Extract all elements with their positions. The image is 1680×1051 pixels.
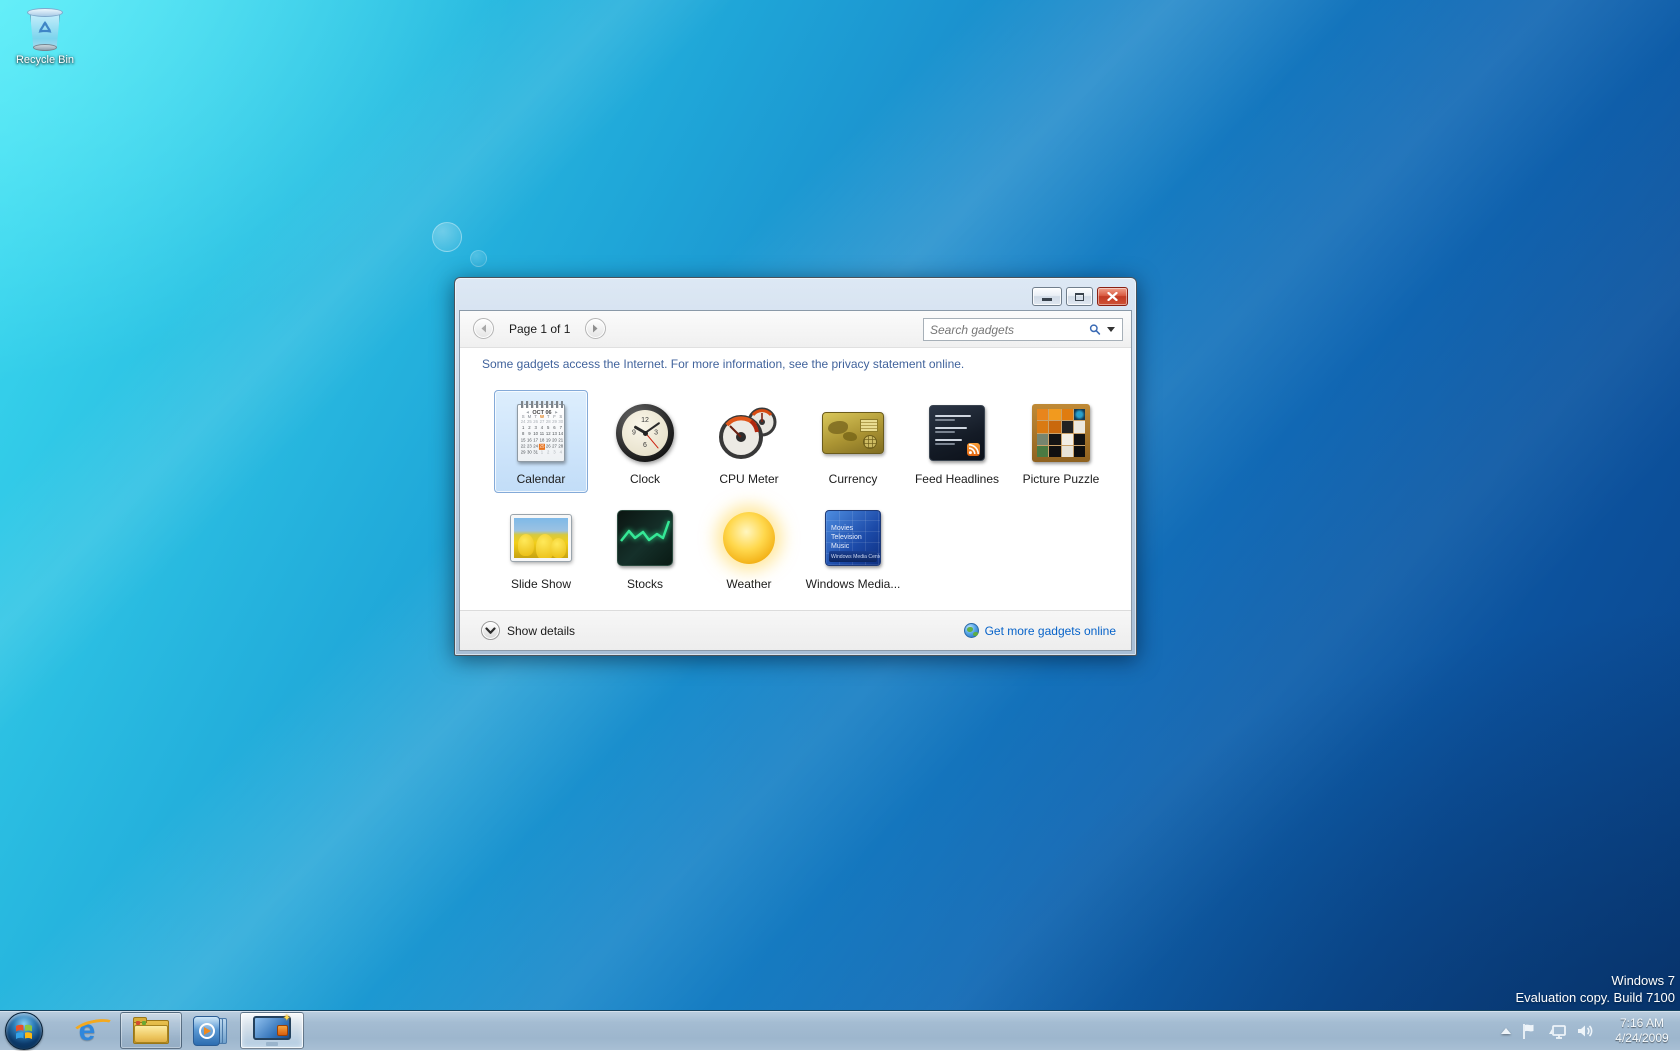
close-button[interactable] — [1097, 287, 1128, 306]
show-hidden-icons-button[interactable] — [1501, 1028, 1511, 1034]
search-dropdown-arrow-icon[interactable] — [1107, 327, 1115, 332]
gadget-weather[interactable]: Weather — [702, 495, 796, 598]
gadget-cpu-meter[interactable]: CPU Meter — [702, 390, 796, 493]
gadget-windows-media[interactable]: MoviesTelevisionMusic Windows Media Cent… — [806, 495, 900, 598]
gadget-label: Windows Media... — [806, 577, 901, 591]
build-watermark: Windows 7 Evaluation copy. Build 7100 — [1516, 972, 1675, 1006]
volume-button[interactable] — [1577, 1023, 1595, 1039]
gadget-label: Calendar — [517, 472, 566, 486]
up-arrow-icon — [1501, 1028, 1511, 1034]
folder-icon — [133, 1017, 169, 1044]
recycle-arrows-icon — [36, 20, 54, 38]
window-content: Page 1 of 1 Some gadgets access the Inte… — [459, 310, 1132, 651]
currency-gadget-icon — [822, 398, 884, 468]
gadget-label: CPU Meter — [719, 472, 778, 486]
show-details-label: Show details — [507, 624, 575, 638]
recycle-bin-label: Recycle Bin — [8, 54, 82, 66]
calendar-spiral — [521, 401, 563, 408]
system-tray: 7:16 AM 4/24/2009 — [1496, 1011, 1676, 1051]
taskbar-clock[interactable]: 7:16 AM 4/24/2009 — [1608, 1016, 1676, 1046]
wallpaper-bubble — [432, 222, 462, 252]
clock-gadget-icon: 123 69 — [616, 398, 674, 468]
gadget-label: Stocks — [627, 577, 663, 591]
windows-logo-icon — [14, 1021, 34, 1041]
start-button[interactable] — [5, 1012, 43, 1050]
picture-puzzle-gadget-icon — [1032, 398, 1090, 468]
network-icon — [1547, 1023, 1567, 1040]
recycle-bin[interactable]: Recycle Bin — [8, 6, 82, 66]
window-footer: Show details Get more gadgets online — [460, 610, 1131, 650]
gadget-calendar[interactable]: ◂OCT 06▸ SMTWTFS 24252627282930123456789… — [494, 390, 588, 493]
speaker-icon — [1577, 1023, 1595, 1039]
taskbar: e ✦ — [0, 1010, 1680, 1050]
gadget-stocks[interactable]: Stocks — [598, 495, 692, 598]
rss-icon — [967, 443, 980, 456]
gadget-gallery-window: Page 1 of 1 Some gadgets access the Inte… — [454, 277, 1137, 656]
clock-time: 7:16 AM — [1608, 1016, 1676, 1031]
gadget-gallery-icon: ✦ — [253, 1016, 291, 1046]
gadget-picture-puzzle[interactable]: Picture Puzzle — [1014, 390, 1108, 493]
privacy-info-text[interactable]: Some gadgets access the Internet. For mo… — [460, 348, 1131, 371]
recycle-bin-icon — [27, 6, 63, 52]
expander-button[interactable] — [481, 621, 500, 640]
show-details-button[interactable]: Show details — [481, 621, 575, 640]
cpu-meter-gadget-icon — [718, 398, 780, 468]
gadget-clock[interactable]: 123 69 Clock — [598, 390, 692, 493]
taskbar-item-gadget-gallery[interactable]: ✦ — [240, 1012, 304, 1049]
page-navigation: Page 1 of 1 — [473, 318, 606, 339]
gadget-label: Slide Show — [511, 577, 571, 591]
media-player-icon — [193, 1016, 227, 1046]
flag-icon — [1521, 1023, 1537, 1040]
gadget-label: Picture Puzzle — [1023, 472, 1100, 486]
windows-media-gadget-icon: MoviesTelevisionMusic Windows Media Cent… — [825, 503, 881, 573]
gadget-slide-show[interactable]: Slide Show — [494, 495, 588, 598]
prev-page-button[interactable] — [473, 318, 494, 339]
next-page-button[interactable] — [585, 318, 606, 339]
close-icon — [1107, 292, 1118, 301]
feed-headlines-gadget-icon — [929, 398, 985, 468]
chevron-down-icon — [485, 627, 496, 635]
taskbar-item-windows-explorer[interactable] — [120, 1012, 182, 1049]
get-more-gadgets-link[interactable]: Get more gadgets online — [964, 623, 1116, 638]
arrow-left-icon — [480, 324, 487, 333]
gadget-grid: ◂OCT 06▸ SMTWTFS 24252627282930123456789… — [494, 390, 1124, 598]
gadget-label: Feed Headlines — [915, 472, 999, 486]
slide-show-gadget-icon — [511, 503, 571, 573]
stocks-gadget-icon — [617, 503, 673, 573]
maximize-icon — [1075, 293, 1084, 301]
gadget-currency[interactable]: Currency — [806, 390, 900, 493]
gadget-label: Clock — [630, 472, 660, 486]
window-header: Page 1 of 1 — [460, 311, 1131, 348]
maximize-button[interactable] — [1066, 287, 1093, 306]
search-input[interactable] — [924, 323, 1089, 337]
action-center-button[interactable] — [1521, 1023, 1537, 1040]
gadget-label: Weather — [726, 577, 771, 591]
calendar-gadget-icon: ◂OCT 06▸ SMTWTFS 24252627282930123456789… — [517, 398, 565, 468]
network-status-button[interactable] — [1547, 1023, 1567, 1040]
clock-date: 4/24/2009 — [1608, 1031, 1676, 1046]
weather-gadget-icon — [723, 503, 775, 573]
minimize-button[interactable] — [1032, 287, 1062, 306]
globe-icon — [964, 623, 979, 638]
minimize-icon — [1042, 298, 1052, 301]
search-box — [923, 318, 1123, 341]
wallpaper-bubble — [470, 250, 487, 267]
page-label: Page 1 of 1 — [509, 322, 570, 336]
arrow-right-icon — [592, 324, 599, 333]
gadget-feed-headlines[interactable]: Feed Headlines — [910, 390, 1004, 493]
taskbar-item-media-player[interactable] — [190, 1012, 230, 1050]
search-icon[interactable] — [1089, 322, 1101, 337]
gadget-label: Currency — [829, 472, 878, 486]
get-more-gadgets-label: Get more gadgets online — [985, 624, 1116, 638]
internet-explorer-icon: e — [79, 1016, 96, 1046]
taskbar-item-internet-explorer[interactable]: e — [68, 1012, 106, 1050]
